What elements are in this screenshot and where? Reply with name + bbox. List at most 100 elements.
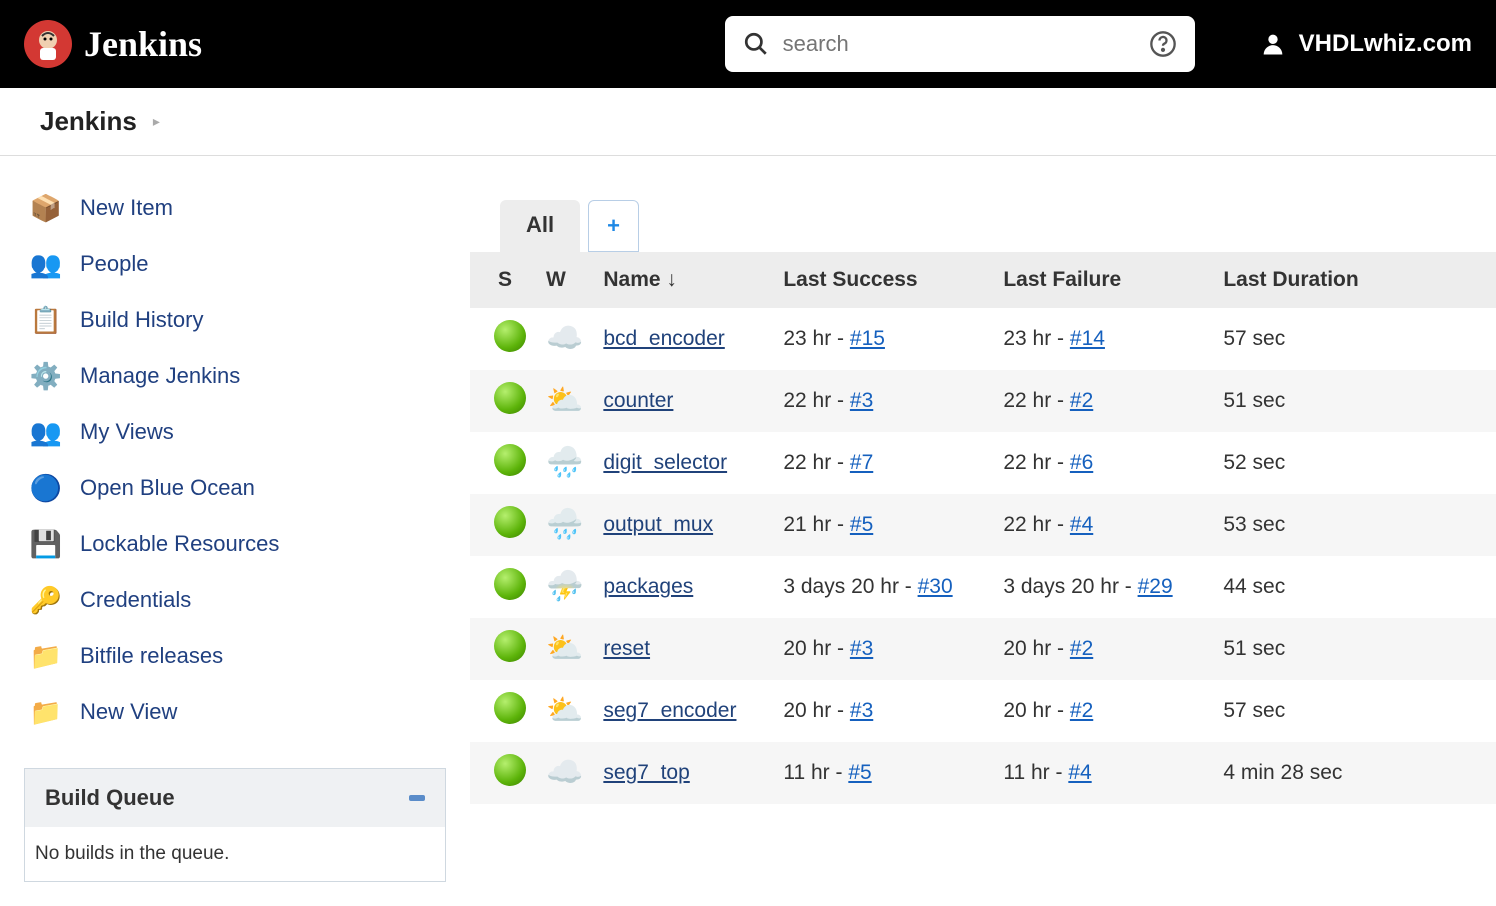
build-link[interactable]: #5 [850,513,873,536]
build-link[interactable]: #2 [1070,637,1093,660]
sidebar-item-my-views[interactable]: 👥My Views [24,404,446,460]
collapse-icon[interactable] [409,795,425,801]
status-ball-icon [494,444,526,476]
job-link[interactable]: counter [603,389,673,412]
table-row: ⛈️packages3 days 20 hr - #303 days 20 hr… [470,556,1496,618]
main-panel: All + S W Name ↓ Last Success Last Failu… [470,156,1496,906]
status-ball-icon [494,692,526,724]
status-ball-icon [494,320,526,352]
col-header-last-duration[interactable]: Last Duration [1213,252,1496,308]
col-header-last-failure[interactable]: Last Failure [993,252,1213,308]
weather-icon: 🌧️ [546,446,583,479]
build-link[interactable]: #4 [1068,761,1091,784]
name-cell: bcd_encoder [593,308,773,370]
status-cell [470,618,536,680]
status-ball-icon [494,382,526,414]
job-link[interactable]: digit_selector [603,451,727,474]
jenkins-logo-icon [24,20,72,68]
name-cell: reset [593,618,773,680]
search-box[interactable] [725,16,1195,72]
job-link[interactable]: output_mux [603,513,713,536]
tab-add-view[interactable]: + [588,200,639,252]
build-link[interactable]: #5 [848,761,871,784]
job-link[interactable]: reset [603,637,650,660]
last-failure-cell: 22 hr - #6 [993,432,1213,494]
tab-all[interactable]: All [500,200,580,252]
weather-cell: 🌧️ [536,494,593,556]
sidebar-item-manage-jenkins[interactable]: ⚙️Manage Jenkins [24,348,446,404]
sidebar-item-new-item[interactable]: 📦New Item [24,180,446,236]
weather-icon: ☁️ [546,322,583,355]
col-header-weather[interactable]: W [536,252,593,308]
sidebar-item-open-blue-ocean[interactable]: 🔵Open Blue Ocean [24,460,446,516]
build-link[interactable]: #7 [850,451,873,474]
weather-cell: ⛅ [536,370,593,432]
build-link[interactable]: #2 [1070,699,1093,722]
build-queue-title: Build Queue [45,785,175,811]
weather-icon: ⛅ [546,694,583,727]
table-row: ⛅counter22 hr - #322 hr - #251 sec [470,370,1496,432]
sidebar: 📦New Item👥People📋Build History⚙️Manage J… [0,156,470,906]
logo[interactable]: Jenkins [24,20,202,68]
weather-cell: ☁️ [536,742,593,804]
view-tabs: All + [470,200,1496,252]
breadcrumb-root[interactable]: Jenkins [40,106,137,137]
last-success-cell: 22 hr - #3 [773,370,993,432]
sidebar-item-credentials[interactable]: 🔑 Credentials [24,572,446,628]
table-row: ☁️bcd_encoder23 hr - #1523 hr - #1457 se… [470,308,1496,370]
last-success-cell: 23 hr - #15 [773,308,993,370]
col-header-last-success[interactable]: Last Success [773,252,993,308]
help-icon[interactable] [1149,30,1177,58]
weather-icon: ☁️ [546,756,583,789]
col-header-status[interactable]: S [470,252,536,308]
sidebar-item-new-view[interactable]: 📁New View [24,684,446,740]
build-link[interactable]: #3 [850,699,873,722]
last-success-cell: 21 hr - #5 [773,494,993,556]
last-success-cell: 20 hr - #3 [773,680,993,742]
nav-label: Credentials [80,587,191,613]
job-link[interactable]: seg7_top [603,761,689,784]
user-menu[interactable]: VHDLwhiz.com [1259,30,1472,58]
user-icon [1259,30,1287,58]
sidebar-item-lockable-resources[interactable]: 💾Lockable Resources [24,516,446,572]
job-table: S W Name ↓ Last Success Last Failure Las… [470,252,1496,804]
sidebar-item-build-history[interactable]: 📋Build History [24,292,446,348]
build-link[interactable]: #29 [1138,575,1173,598]
col-header-name[interactable]: Name ↓ [593,252,773,308]
nav-icon: 👥 [28,414,64,450]
table-row: ⛅seg7_encoder20 hr - #320 hr - #257 sec [470,680,1496,742]
header: Jenkins VHDLwhiz.com [0,0,1496,88]
weather-cell: ☁️ [536,308,593,370]
build-link[interactable]: #6 [1070,451,1093,474]
last-failure-cell: 22 hr - #2 [993,370,1213,432]
build-link[interactable]: #3 [850,637,873,660]
status-ball-icon [494,568,526,600]
nav-icon: 👥 [28,246,64,282]
weather-cell: ⛅ [536,618,593,680]
job-link[interactable]: packages [603,575,693,598]
job-link[interactable]: bcd_encoder [603,327,724,350]
nav-label: New View [80,699,177,725]
last-success-cell: 3 days 20 hr - #30 [773,556,993,618]
breadcrumb: Jenkins ▸ [0,88,1496,156]
nav-icon: 🔑 [28,582,64,618]
last-failure-cell: 20 hr - #2 [993,680,1213,742]
build-link[interactable]: #4 [1070,513,1093,536]
search-input[interactable] [783,31,1135,57]
build-link[interactable]: #30 [918,575,953,598]
last-success-cell: 22 hr - #7 [773,432,993,494]
build-link[interactable]: #15 [850,327,885,350]
weather-cell: 🌧️ [536,432,593,494]
job-link[interactable]: seg7_encoder [603,699,736,722]
build-queue-body: No builds in the queue. [25,827,445,881]
build-queue-header[interactable]: Build Queue [25,769,445,827]
nav-label: Open Blue Ocean [80,475,255,501]
build-link[interactable]: #3 [850,389,873,412]
build-link[interactable]: #14 [1070,327,1105,350]
duration-cell: 53 sec [1213,494,1496,556]
sidebar-item-bitfile-releases[interactable]: 📁Bitfile releases [24,628,446,684]
status-ball-icon [494,506,526,538]
build-link[interactable]: #2 [1070,389,1093,412]
weather-cell: ⛈️ [536,556,593,618]
sidebar-item-people[interactable]: 👥People [24,236,446,292]
